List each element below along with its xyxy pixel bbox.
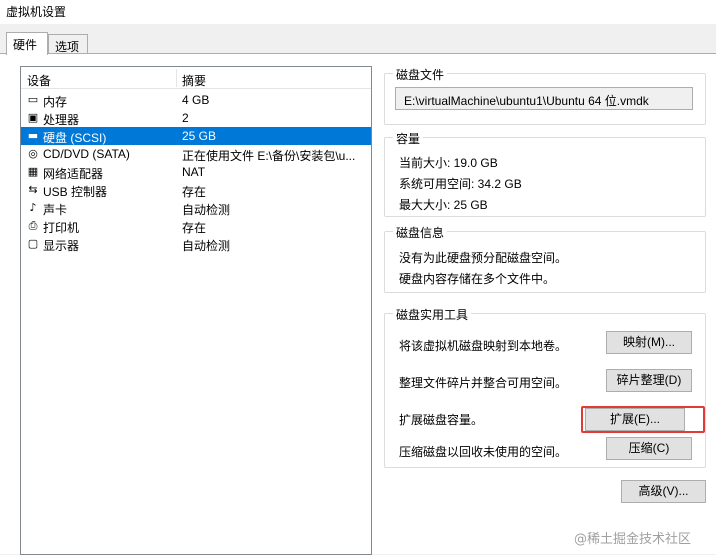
device-row[interactable]: ⎙ 打印机 存在 [21,217,371,235]
device-summary: 正在使用文件 E:\备份\安装包\u... [182,149,356,163]
device-name: CD/DVD (SATA) [43,147,130,161]
device-name: 处理器 [43,113,80,127]
defrag-button[interactable]: 碎片整理(D) [606,369,692,392]
device-row[interactable]: ◎ CD/DVD (SATA) 正在使用文件 E:\备份\安装包\u... [21,145,371,163]
compact-description: 压缩磁盘以回收未使用的空间。 [399,445,568,459]
device-row[interactable]: ▭ 内存 4 GB [21,91,371,109]
device-summary: 存在 [182,221,207,235]
tab-options[interactable]: 选项 [48,34,88,54]
memory-icon: ▭ [27,93,39,106]
column-header-device[interactable]: 设备 [27,72,51,89]
device-row[interactable]: ▢ 显示器 自动检测 [21,235,371,253]
device-row[interactable]: ♪ 声卡 自动检测 [21,199,371,217]
printer-icon: ⎙ [28,219,38,232]
watermark: @稀土掘金技术社区 [574,532,692,547]
device-row[interactable]: ▦ 网络适配器 NAT [21,163,371,181]
expand-highlight-box [581,406,705,433]
tab-hardware[interactable]: 硬件 [6,32,48,55]
device-row[interactable]: ⇆ USB 控制器 存在 [21,181,371,199]
display-icon: ▢ [27,237,39,250]
hard-disk-icon: ▬ [27,129,39,142]
disk-info-line-2: 硬盘内容存储在多个文件中。 [399,272,556,286]
advanced-button[interactable]: 高级(V)... [621,480,706,503]
tab-bar: 硬件 选项 [0,32,716,55]
device-name: 打印机 [43,221,80,235]
device-summary: 4 GB [182,93,210,107]
compact-button[interactable]: 压缩(C) [606,437,692,460]
disk-file-legend: 磁盘文件 [393,66,448,83]
current-size-text: 当前大小: 19.0 GB [399,156,498,170]
device-name: 内存 [43,95,68,109]
device-list-header: 设备 摘要 [21,67,371,89]
device-summary: 2 [182,111,189,125]
system-free-space-text: 系统可用空间: 34.2 GB [399,177,522,191]
device-name: USB 控制器 [43,185,108,199]
device-row[interactable]: ▣ 处理器 2 [21,109,371,127]
disk-utilities-group: 磁盘实用工具 将该虚拟机磁盘映射到本地卷。 映射(M)... 整理文件碎片并整合… [384,306,706,468]
device-list[interactable]: 设备 摘要 ▭ 内存 4 GB ▣ 处理器 2 ▬ 硬盘 (SCSI) 25 GB ◎ CD/DVD… [20,66,372,555]
device-name: 显示器 [43,239,80,253]
hardware-panel: 设备 摘要 ▭ 内存 4 GB ▣ 处理器 2 ▬ 硬盘 (SCSI) 25 GB ◎ CD/DVD… [0,53,716,555]
disk-info-legend: 磁盘信息 [393,224,448,241]
disk-file-group: 磁盘文件 E:\virtualMachine\ubuntu1\Ubuntu 64… [384,66,706,125]
disk-info-group: 磁盘信息 没有为此硬盘预分配磁盘空间。 硬盘内容存储在多个文件中。 [384,224,706,293]
device-name: 声卡 [43,203,68,217]
max-size-text: 最大大小: 25 GB [399,198,488,212]
device-summary: NAT [182,165,206,179]
processor-icon: ▣ [27,111,39,124]
sound-card-icon: ♪ [29,201,37,214]
device-summary: 自动检测 [182,239,231,253]
expand-description: 扩展磁盘容量。 [399,413,484,427]
map-description: 将该虚拟机磁盘映射到本地卷。 [399,339,568,353]
disk-file-path: E:\virtualMachine\ubuntu1\Ubuntu 64 位.vm… [395,87,693,110]
disk-utilities-legend: 磁盘实用工具 [393,306,472,323]
cd-dvd-icon: ◎ [28,147,38,160]
column-header-summary[interactable]: 摘要 [182,72,206,89]
map-button[interactable]: 映射(M)... [606,331,692,354]
device-summary: 自动检测 [182,203,231,217]
window-title: 虚拟机设置 [6,5,67,19]
disk-info-line-1: 没有为此硬盘预分配磁盘空间。 [399,251,568,265]
device-name: 网络适配器 [43,167,104,181]
capacity-legend: 容量 [393,130,424,147]
capacity-group: 容量 当前大小: 19.0 GB 系统可用空间: 34.2 GB 最大大小: 2… [384,130,706,217]
column-separator[interactable] [176,69,177,87]
device-summary: 25 GB [182,129,217,143]
device-row[interactable]: ▬ 硬盘 (SCSI) 25 GB [21,127,371,145]
title-bar: 虚拟机设置 [0,0,716,24]
device-name: 硬盘 (SCSI) [43,131,107,145]
usb-icon: ⇆ [28,183,38,196]
network-adapter-icon: ▦ [27,165,39,178]
device-summary: 存在 [182,185,207,199]
defrag-description: 整理文件碎片并整合可用空间。 [399,376,568,390]
